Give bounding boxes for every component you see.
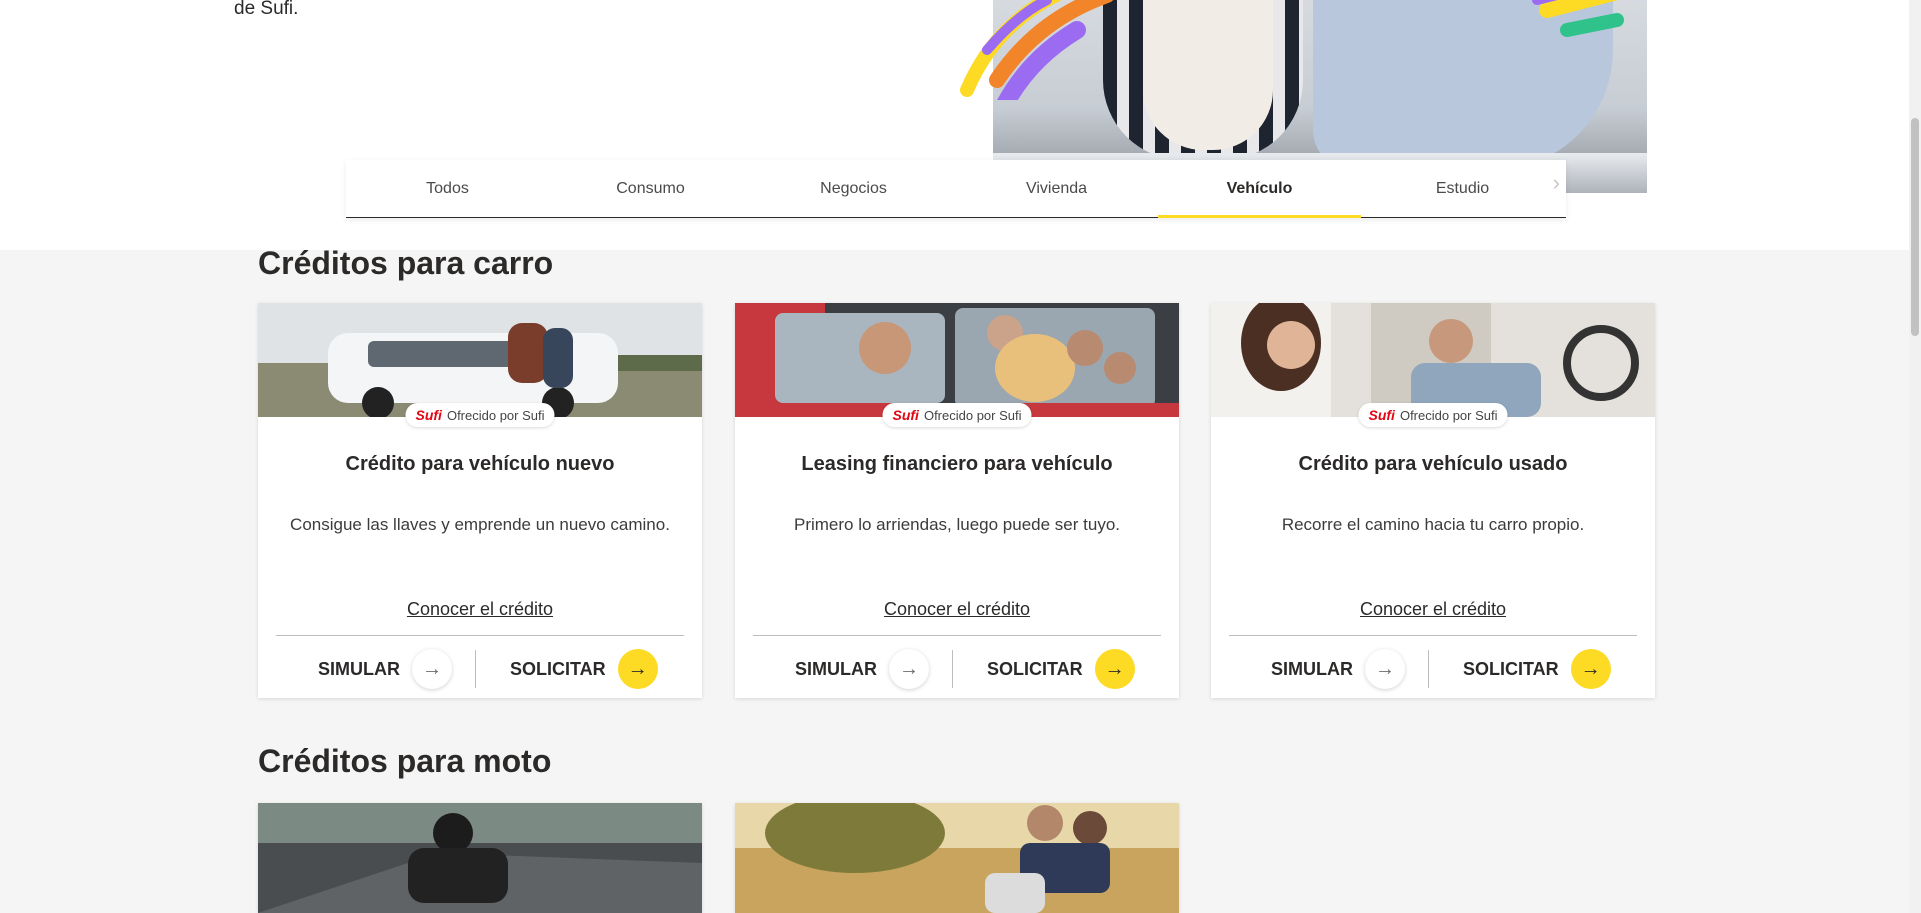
sufi-logo: Sufi [1368, 407, 1395, 423]
moto-card-1 [258, 803, 702, 913]
simulate-button[interactable]: SIMULAR → [795, 648, 929, 690]
offered-by-badge: Sufi Ofrecido por Sufi [882, 403, 1032, 427]
card-image [258, 303, 702, 417]
learn-more-link[interactable]: Conocer el crédito [735, 599, 1179, 620]
learn-more-link[interactable]: Conocer el crédito [1211, 599, 1655, 620]
tab-negocios[interactable]: Negocios [752, 160, 955, 217]
tab-vehiculo[interactable]: Vehículo [1158, 160, 1361, 218]
arrow-right-icon: → [617, 649, 658, 689]
arrow-right-icon: → [412, 649, 452, 689]
card-image [258, 803, 702, 913]
card-title: Leasing financiero para vehículo [801, 453, 1113, 475]
scrollbar-thumb[interactable] [1911, 118, 1919, 336]
card-title: Crédito para vehículo nuevo [345, 453, 615, 475]
credit-card-vehiculo-nuevo: Sufi Ofrecido por Sufi Crédito para vehí… [258, 303, 702, 698]
moto-card-2 [735, 803, 1179, 913]
card-image [735, 803, 1179, 913]
offered-by-badge: Sufi Ofrecido por Sufi [1358, 403, 1508, 427]
apply-button[interactable]: SOLICITAR → [1463, 648, 1611, 690]
apply-button[interactable]: SOLICITAR → [987, 648, 1135, 690]
offered-by-badge: Sufi Ofrecido por Sufi [405, 403, 555, 427]
simulate-button[interactable]: SIMULAR → [1271, 648, 1405, 690]
sufi-logo: Sufi [415, 407, 442, 423]
apply-button[interactable]: SOLICITAR → [510, 648, 658, 690]
page-scrollbar[interactable] [1909, 0, 1921, 913]
tab-todos[interactable]: Todos [346, 160, 549, 217]
card-image [735, 303, 1179, 417]
card-description: Primero lo arriendas, luego puede ser tu… [793, 515, 1120, 534]
hero-decoration [960, 0, 1624, 100]
arrow-right-icon: → [1365, 649, 1405, 689]
credit-card-leasing: Sufi Ofrecido por Sufi Leasing financier… [735, 303, 1179, 698]
card-image [1211, 303, 1655, 417]
intro-text: de Sufi. [234, 0, 299, 19]
card-description: Consigue las llaves y emprende un nuevo … [290, 515, 670, 534]
learn-more-link[interactable]: Conocer el crédito [258, 599, 702, 620]
simulate-button[interactable]: SIMULAR → [318, 648, 452, 690]
arrow-right-icon: → [1094, 649, 1135, 689]
arrow-right-icon: → [1570, 649, 1611, 689]
section-title-carro: Créditos para carro [258, 245, 554, 281]
chevron-right-icon[interactable]: › [1553, 170, 1560, 196]
tab-vivienda[interactable]: Vivienda [955, 160, 1158, 217]
tab-consumo[interactable]: Consumo [549, 160, 752, 217]
arrow-right-icon: → [889, 649, 929, 689]
card-title: Crédito para vehículo usado [1298, 453, 1568, 475]
credit-card-vehiculo-usado: Sufi Ofrecido por Sufi Crédito para vehí… [1211, 303, 1655, 698]
card-description: Recorre el camino hacia tu carro propio. [1281, 515, 1585, 534]
tab-estudio[interactable]: Estudio [1361, 160, 1564, 217]
section-title-moto: Créditos para moto [258, 743, 552, 779]
sufi-logo: Sufi [892, 407, 919, 423]
category-tabs: Todos Consumo Negocios Vivienda Vehículo… [346, 160, 1566, 218]
